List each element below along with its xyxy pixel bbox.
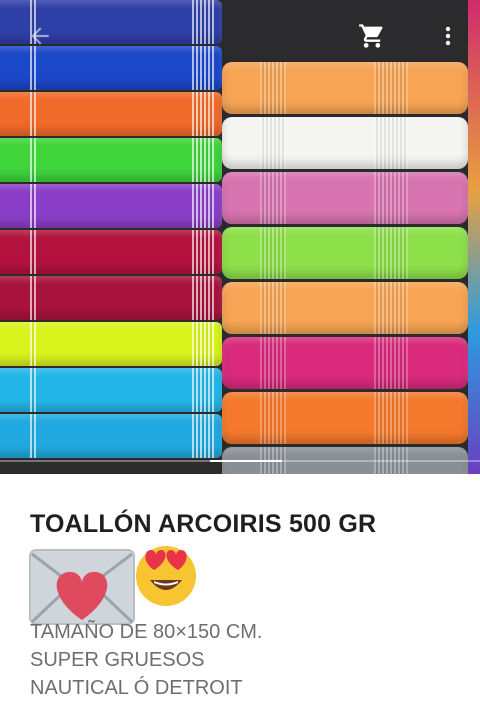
towel [0, 414, 222, 458]
towel-stripe [30, 368, 36, 412]
towel [222, 227, 468, 279]
towel [0, 138, 222, 182]
towel-stripe [30, 322, 36, 366]
towel-stripe [260, 227, 286, 279]
towel-stripe [374, 117, 408, 169]
towel-stripe [192, 92, 214, 136]
towel [0, 184, 222, 228]
towel-stripe [260, 172, 286, 224]
shopping-cart-icon [359, 24, 383, 48]
cart-button[interactable] [352, 18, 392, 54]
towel [222, 117, 468, 169]
towel-stack-right [222, 62, 468, 474]
more-options-button[interactable] [428, 18, 468, 54]
towel-stripe [30, 138, 36, 182]
towel-stripe [192, 230, 214, 274]
towel [0, 230, 222, 274]
towel-stripe [260, 282, 286, 334]
towel-stripe [30, 276, 36, 320]
description-line: NAUTICAL Ó DETROIT [30, 677, 243, 699]
back-arrow-icon [31, 27, 49, 45]
towel-stripe [374, 337, 408, 389]
towel [0, 92, 222, 136]
towel-stripe [260, 117, 286, 169]
towel [0, 322, 222, 366]
towel-stripe [192, 0, 214, 44]
towel-stripe [192, 414, 214, 458]
towel-stripe [192, 184, 214, 228]
towel [222, 282, 468, 334]
love-letter-emoji [29, 549, 135, 625]
towel-stripe [260, 62, 286, 114]
image-pager-indicator [0, 460, 480, 462]
next-image-peek [468, 0, 480, 474]
product-image[interactable] [0, 0, 480, 474]
towel [222, 392, 468, 444]
towel-stripe [192, 46, 214, 90]
heart-eyes-emoji [136, 546, 196, 606]
image-pager-active [210, 460, 282, 462]
towel-stripe [30, 230, 36, 274]
towel-stripe [374, 227, 408, 279]
towel-stripe [374, 172, 408, 224]
product-title: TOALLÓN ARCOIRIS 500 GR [30, 510, 377, 538]
towel [222, 62, 468, 114]
towel [222, 172, 468, 224]
towel-stripe [30, 184, 36, 228]
more-vert-icon [445, 26, 451, 46]
towel [222, 337, 468, 389]
towel-stack-left [0, 0, 222, 458]
towel-stripe [260, 392, 286, 444]
towel-stripe [30, 414, 36, 458]
product-description: TAMAÑO DE 80×150 CM. SUPER GRUESOS NAUTI… [30, 618, 262, 702]
towel-stripe [192, 322, 214, 366]
towel-stripe [192, 138, 214, 182]
towel-stripe [192, 368, 214, 412]
towel-stripe [30, 92, 36, 136]
towel [0, 276, 222, 320]
towel-stripe [260, 337, 286, 389]
description-line: TAMAÑO DE 80×150 CM. [30, 621, 263, 643]
towel-stripe [192, 276, 214, 320]
towel-stripe [374, 392, 408, 444]
towel-stripe [374, 62, 408, 114]
back-button[interactable] [20, 18, 60, 54]
towel [0, 368, 222, 412]
towel-stripe [374, 282, 408, 334]
description-line: SUPER GRUESOS [30, 649, 205, 671]
